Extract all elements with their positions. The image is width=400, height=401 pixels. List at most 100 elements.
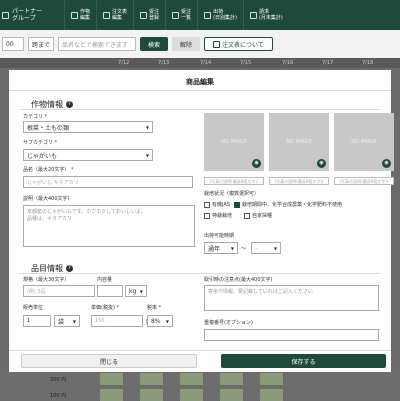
tax-value: 8% <box>151 317 161 325</box>
nav-label: 作物 編集 <box>80 9 91 21</box>
table-cell <box>140 373 164 385</box>
nav-label: 受注 一覧 <box>181 9 192 21</box>
content-input[interactable] <box>97 285 123 297</box>
tax-label: 税率 * <box>147 305 162 311</box>
date-nav[interactable]: 跨まで <box>28 37 54 51</box>
checkbox-checked-icon <box>234 201 240 208</box>
cultivation-option-organic-jas[interactable]: 有機JAS <box>204 201 230 208</box>
date-col: 7/13 <box>158 60 170 66</box>
chevron-down-icon: ▼ <box>165 318 169 324</box>
image-slot-3[interactable]: NO IMAGE ◉ <box>334 113 394 171</box>
sheet-icon <box>103 11 111 19</box>
save-button[interactable]: 保存する <box>221 354 386 368</box>
shipping-to-select[interactable]: - ▼ <box>251 242 281 254</box>
search-input[interactable]: 品名などで検索できます <box>58 37 136 51</box>
sales-unit-value: 袋 <box>58 318 65 326</box>
table-cell <box>100 389 124 401</box>
spec-input[interactable]: (例) 3品 <box>23 285 95 297</box>
table-cell <box>260 389 284 401</box>
crop-icon <box>71 11 78 19</box>
close-button[interactable]: 閉じる <box>21 354 197 368</box>
date-col: 7/16 <box>282 60 294 66</box>
chevron-down-icon: ▼ <box>139 288 143 294</box>
date-col: 7/14 <box>200 60 212 66</box>
row-price: 200 円 <box>50 377 67 383</box>
nav-shipping[interactable]: 出荷 (日別集計) <box>197 0 243 30</box>
shipping-from-select[interactable]: 通年 ▼ <box>204 242 238 254</box>
camera-icon[interactable]: ◉ <box>382 159 391 168</box>
chevron-down-icon: ▼ <box>72 318 76 324</box>
search-button[interactable]: 検索 <box>140 37 169 51</box>
main-nav: 作物 編集 注文表 編集 受注 登録 受注 一覧 出荷 (日別集計) 請求 (月… <box>64 0 289 30</box>
cultivation-option-no-chemicals[interactable]: 栽培期間中、化学合成農薬・化学肥料不使用 <box>234 201 342 208</box>
subcategory-value: じゃがいも <box>27 152 58 160</box>
brand[interactable]: パートナー グループ <box>0 8 64 22</box>
option-label: 有機JAS <box>212 202 230 208</box>
about-orders-button[interactable]: 注文表について <box>204 37 273 51</box>
nav-crop-edit[interactable]: 作物 編集 <box>64 0 96 30</box>
doc-icon <box>213 40 221 48</box>
chevron-down-icon: ▼ <box>145 124 149 130</box>
image-caption-input-2[interactable]: (写真の説明(最長8個文字)) <box>269 177 329 185</box>
date-field[interactable]: 00 <box>2 37 24 51</box>
name-label: 品名（最大20文字） * <box>23 167 74 173</box>
date-col: 7/17 <box>322 60 334 66</box>
register-icon <box>140 11 148 19</box>
option-label: 自家採種 <box>252 213 273 219</box>
divider <box>19 109 381 110</box>
about-orders-label: 注文表について <box>222 41 264 49</box>
notes-label: 取引時の注意点(最大400文字) <box>204 277 273 283</box>
content-unit-select[interactable]: kg ▼ <box>125 285 147 297</box>
brand-label: パートナー グループ <box>12 8 43 22</box>
table-cell <box>220 373 244 385</box>
category-select[interactable]: 根菜・土もの類 ▼ <box>23 121 153 133</box>
chevron-down-icon: ▼ <box>230 245 234 251</box>
price-label-text: 単価(税抜) <box>91 305 115 311</box>
no-image-text: NO IMAGE <box>351 139 377 145</box>
nav-billing[interactable]: 請求 (月末集計) <box>242 0 289 30</box>
shipping-from-value: 通年 <box>208 245 221 253</box>
subcategory-select[interactable]: じゃがいも ▼ <box>23 149 153 161</box>
table-row: 200 円 <box>0 373 400 385</box>
nav-order-register[interactable]: 受注 登録 <box>133 0 165 30</box>
name-label-text: 品名（最大20文字） <box>23 167 70 173</box>
image-caption-input-3[interactable]: (写真の説明(最長8個文字)) <box>334 177 394 185</box>
nav-order-sheet-edit[interactable]: 注文表 編集 <box>96 0 133 30</box>
camera-icon[interactable]: ◉ <box>317 159 326 168</box>
table-cell <box>260 373 284 385</box>
sales-unit-select[interactable]: 袋 ▼ <box>54 315 80 327</box>
subcategory-label-text: サブカテゴリ <box>23 140 54 146</box>
nav-order-list[interactable]: 受注 一覧 <box>165 0 197 30</box>
cultivation-option-own-seed[interactable]: 自家採種 <box>244 212 272 219</box>
shipping-to-value: - <box>255 244 258 252</box>
chevron-down-icon: ▼ <box>145 152 149 158</box>
list-icon <box>172 11 180 19</box>
price-label: 単価(税抜) * <box>91 305 119 311</box>
name-input[interactable]: じゃがいも キタアカリ <box>23 176 193 188</box>
checkbox-icon <box>204 212 210 219</box>
help-icon[interactable]: ? <box>66 101 73 108</box>
image-slot-1[interactable]: NO IMAGE ◉ <box>204 113 264 171</box>
modal-title: 商品編集 <box>186 78 214 86</box>
option-label: 栽培期間中、化学合成農薬・化学肥料不使用 <box>242 202 343 208</box>
help-icon[interactable]: ? <box>66 265 73 272</box>
mgmt-number-input[interactable] <box>204 329 379 341</box>
image-slot-2[interactable]: NO IMAGE ◉ <box>269 113 329 171</box>
tax-label-text: 税率 <box>147 305 158 311</box>
tax-select[interactable]: 8% ▼ <box>147 315 173 327</box>
content-unit-value: kg <box>129 287 137 295</box>
mgmt-number-label: 重複番号(オプション) <box>204 320 253 326</box>
truck-icon <box>204 11 212 19</box>
divider <box>9 90 391 91</box>
notes-textarea[interactable]: 寄余や情報、要記載していればご記入ください <box>204 285 379 311</box>
price-input[interactable]: 150 <box>91 315 143 327</box>
sales-unit-qty-input[interactable]: 1 <box>23 315 51 327</box>
cultivation-option-special[interactable]: 特栽栽培 <box>204 212 232 219</box>
camera-icon[interactable]: ◉ <box>252 159 261 168</box>
divider <box>19 273 381 274</box>
order-table-background: 200 円 100 円 <box>0 370 400 401</box>
description-textarea[interactable]: 京都産のじゃがいもです。ホクホクしておいしいよ。 品種は：キタアカリ <box>23 205 195 247</box>
description-label: 説明（最大400文字） <box>23 196 73 202</box>
image-caption-input-1[interactable]: (写真の説明(最長8個文字)) <box>204 177 264 185</box>
clear-button[interactable]: 解除 <box>172 37 201 51</box>
